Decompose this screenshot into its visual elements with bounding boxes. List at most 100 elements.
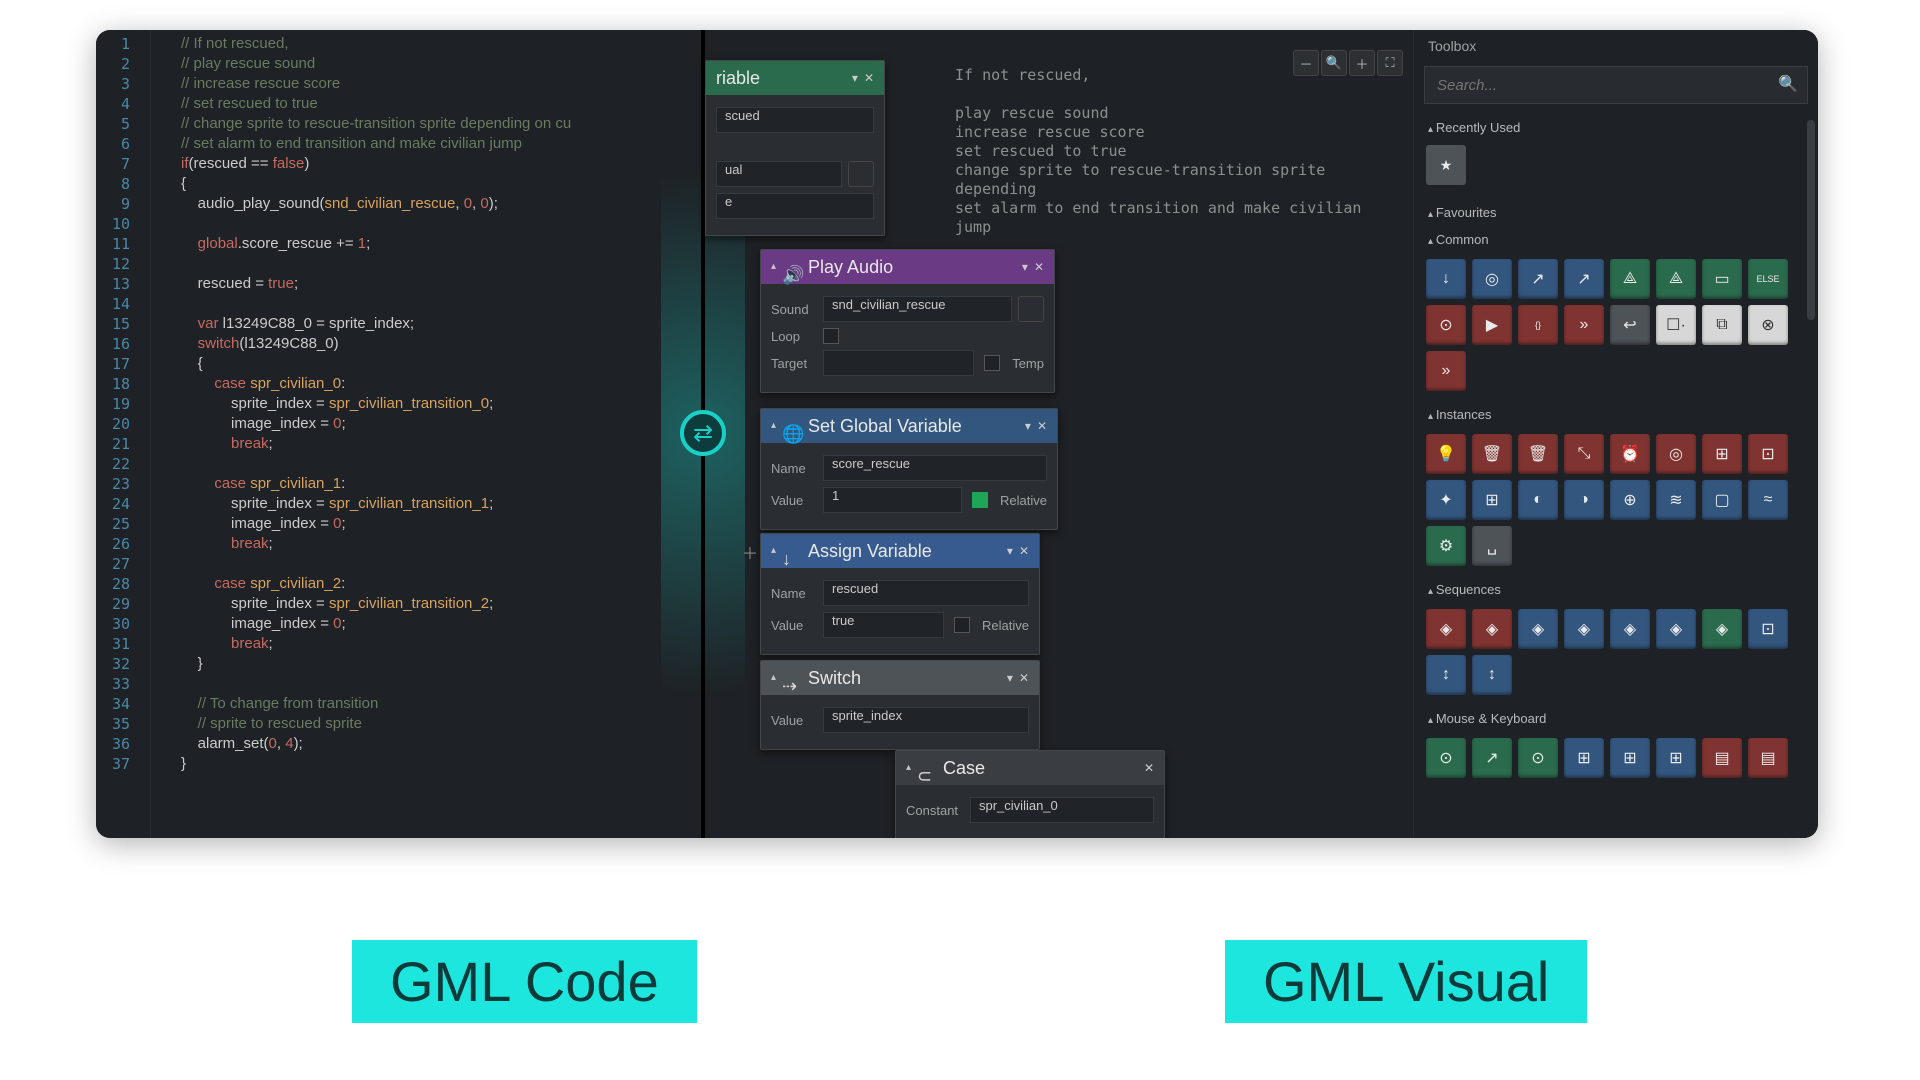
toolbox-tile[interactable]: ▶ bbox=[1472, 305, 1512, 345]
toolbox-tile[interactable]: ≈ bbox=[1748, 480, 1788, 520]
toolbox-tile[interactable]: ↓ bbox=[1426, 259, 1466, 299]
toolbox-tile[interactable]: ↩ bbox=[1610, 305, 1650, 345]
sound-field[interactable]: snd_civilian_rescue bbox=[823, 296, 1012, 322]
toolbox-tile[interactable]: ⊡ bbox=[1748, 434, 1788, 474]
name-field[interactable]: score_rescue bbox=[823, 455, 1047, 481]
toolbox-tile[interactable]: ▭ bbox=[1702, 259, 1742, 299]
toolbox-tile[interactable]: ⊞ bbox=[1656, 738, 1696, 778]
node-case[interactable]: ▴ ⊂ Case ✕ Constant spr_civilian_0 bbox=[895, 750, 1165, 838]
toolbox-tile[interactable]: ⧉ bbox=[1702, 305, 1742, 345]
toolbox-tile[interactable]: ◈ bbox=[1610, 609, 1650, 649]
toolbox-section-header[interactable]: Mouse & Keyboard bbox=[1414, 705, 1818, 732]
toolbox-tile[interactable]: ◈ bbox=[1564, 609, 1604, 649]
dropdown-button[interactable] bbox=[848, 161, 874, 187]
name-field[interactable]: rescued bbox=[823, 580, 1029, 606]
toolbox-tile[interactable]: » bbox=[1426, 351, 1466, 391]
toolbox-tile[interactable]: ✦ bbox=[1426, 480, 1466, 520]
toolbox-tile[interactable]: ◎ bbox=[1656, 434, 1696, 474]
toolbox-tile[interactable]: ⊙ bbox=[1518, 738, 1558, 778]
node-set-global-variable[interactable]: ▴ 🌐 Set Global Variable ▾✕ Name score_re… bbox=[760, 408, 1058, 530]
toolbox-tile[interactable]: ⤡ bbox=[1564, 434, 1604, 474]
toolbox-section-header[interactable]: Instances bbox=[1414, 401, 1818, 428]
toolbox-tile[interactable]: ◈ bbox=[1702, 609, 1742, 649]
toolbox-tile[interactable]: ◎ bbox=[1472, 259, 1512, 299]
toolbox-tile[interactable]: » bbox=[1564, 305, 1604, 345]
toolbox-tile[interactable]: ⟁ bbox=[1656, 259, 1696, 299]
search-input[interactable] bbox=[1424, 66, 1808, 104]
node-assign-variable[interactable]: ▴ ↓ Assign Variable ▾✕ Name rescued Valu… bbox=[760, 533, 1040, 655]
toolbox-tile[interactable]: ◈ bbox=[1426, 609, 1466, 649]
collapse-icon[interactable]: ▴ bbox=[771, 661, 776, 695]
toolbox-tile[interactable]: 🗑 bbox=[1472, 434, 1512, 474]
toolbox-tile[interactable]: ↗ bbox=[1472, 738, 1512, 778]
value-field[interactable]: sprite_index bbox=[823, 707, 1029, 733]
node-controls[interactable]: ▾✕ bbox=[1001, 534, 1029, 568]
node-controls[interactable]: ▾✕ bbox=[1019, 409, 1047, 443]
relative-checkbox[interactable] bbox=[972, 492, 988, 508]
search-icon[interactable]: 🔍 bbox=[1778, 74, 1798, 94]
collapse-icon[interactable]: ▴ bbox=[906, 751, 911, 785]
node-title: Assign Variable bbox=[808, 534, 932, 568]
divider-handle[interactable]: ⇄ bbox=[680, 410, 726, 456]
toolbox-tile[interactable]: ⟁ bbox=[1610, 259, 1650, 299]
node-switch[interactable]: ▴ ⇢ Switch ▾✕ Value sprite_index bbox=[760, 660, 1040, 750]
toolbox-tile[interactable]: ☐· bbox=[1656, 305, 1696, 345]
toolbox-tile[interactable]: ⊞ bbox=[1610, 738, 1650, 778]
toolbox-tile[interactable]: ↗ bbox=[1518, 259, 1558, 299]
toolbox-tile[interactable]: ⊞ bbox=[1702, 434, 1742, 474]
visual-pane[interactable]: － 🔍 ＋ ⛶ If not rescued, play rescue soun… bbox=[705, 30, 1413, 838]
toolbox-tile[interactable]: ↕ bbox=[1472, 655, 1512, 695]
toolbox-tile[interactable]: ⊕ bbox=[1610, 480, 1650, 520]
toolbox-scrollbar[interactable] bbox=[1807, 120, 1815, 320]
toolbox-tile[interactable]: ␣ bbox=[1472, 526, 1512, 566]
toolbox-section-header[interactable]: Favourites bbox=[1414, 199, 1818, 226]
toolbox-section-header[interactable]: Sequences bbox=[1414, 576, 1818, 603]
node-play-audio[interactable]: ▴ 🔊 Play Audio ▾✕ Sound snd_civilian_res… bbox=[760, 249, 1055, 393]
collapse-icon[interactable]: ▴ bbox=[771, 534, 776, 568]
toolbox-tile[interactable]: ELSE bbox=[1748, 259, 1788, 299]
value-field[interactable]: true bbox=[823, 612, 944, 638]
node-controls[interactable]: ▾✕ bbox=[846, 61, 874, 95]
toolbox-tile[interactable]: ◐ bbox=[1518, 480, 1558, 520]
toolbox-tile[interactable]: ▢ bbox=[1702, 480, 1742, 520]
collapse-icon[interactable]: ▴ bbox=[771, 409, 776, 443]
toolbox-tile[interactable]: ◈ bbox=[1656, 609, 1696, 649]
toolbox-tile[interactable]: {} bbox=[1518, 305, 1558, 345]
temp-checkbox[interactable] bbox=[984, 355, 1000, 371]
toolbox-tile[interactable]: ≋ bbox=[1656, 480, 1696, 520]
relative-checkbox[interactable] bbox=[954, 617, 970, 633]
toolbox-panel: Toolbox 🔍 Recently Used★FavouritesCommon… bbox=[1413, 30, 1818, 838]
loop-checkbox[interactable] bbox=[823, 328, 839, 344]
recent-tile[interactable]: ★ bbox=[1426, 145, 1466, 185]
sound-picker-button[interactable] bbox=[1018, 296, 1044, 322]
toolbox-tile[interactable]: ↗ bbox=[1564, 259, 1604, 299]
toolbox-tile[interactable]: ◈ bbox=[1518, 609, 1558, 649]
toolbox-tile[interactable]: ◈ bbox=[1472, 609, 1512, 649]
toolbox-tile[interactable]: ▤ bbox=[1748, 738, 1788, 778]
toolbox-tile[interactable]: ↕ bbox=[1426, 655, 1466, 695]
toolbox-tile[interactable]: ⊡ bbox=[1748, 609, 1788, 649]
toolbox-tile[interactable]: 🗑 bbox=[1518, 434, 1558, 474]
add-input-icon[interactable]: ＋ bbox=[742, 540, 758, 564]
collapse-icon[interactable]: ▴ bbox=[771, 250, 776, 284]
toolbox-tile[interactable]: ⊞ bbox=[1472, 480, 1512, 520]
code-pane[interactable]: // If not rescued,// play rescue sound//… bbox=[158, 30, 758, 838]
toolbox-tile[interactable]: 💡 bbox=[1426, 434, 1466, 474]
constant-field[interactable]: spr_civilian_0 bbox=[970, 797, 1154, 823]
node-controls[interactable]: ▾✕ bbox=[1016, 250, 1044, 284]
node-if-variable[interactable]: riable ▾✕ scued ual e bbox=[705, 60, 885, 236]
toolbox-tile[interactable]: ⊗ bbox=[1748, 305, 1788, 345]
toolbox-tile[interactable]: ⊙ bbox=[1426, 305, 1466, 345]
toolbox-tile[interactable]: ⊙ bbox=[1426, 738, 1466, 778]
toolbox-tile[interactable]: ◑ bbox=[1564, 480, 1604, 520]
toolbox-section-header[interactable]: Recently Used bbox=[1414, 114, 1818, 141]
target-field[interactable] bbox=[823, 350, 974, 376]
node-controls[interactable]: ✕ bbox=[1138, 751, 1154, 785]
toolbox-tile[interactable]: ⚙ bbox=[1426, 526, 1466, 566]
node-controls[interactable]: ▾✕ bbox=[1001, 661, 1029, 695]
toolbox-section-header[interactable]: Common bbox=[1414, 226, 1818, 253]
toolbox-tile[interactable]: ⊞ bbox=[1564, 738, 1604, 778]
toolbox-tile[interactable]: ⏰ bbox=[1610, 434, 1650, 474]
value-field[interactable]: 1 bbox=[823, 487, 962, 513]
toolbox-tile[interactable]: ▤ bbox=[1702, 738, 1742, 778]
